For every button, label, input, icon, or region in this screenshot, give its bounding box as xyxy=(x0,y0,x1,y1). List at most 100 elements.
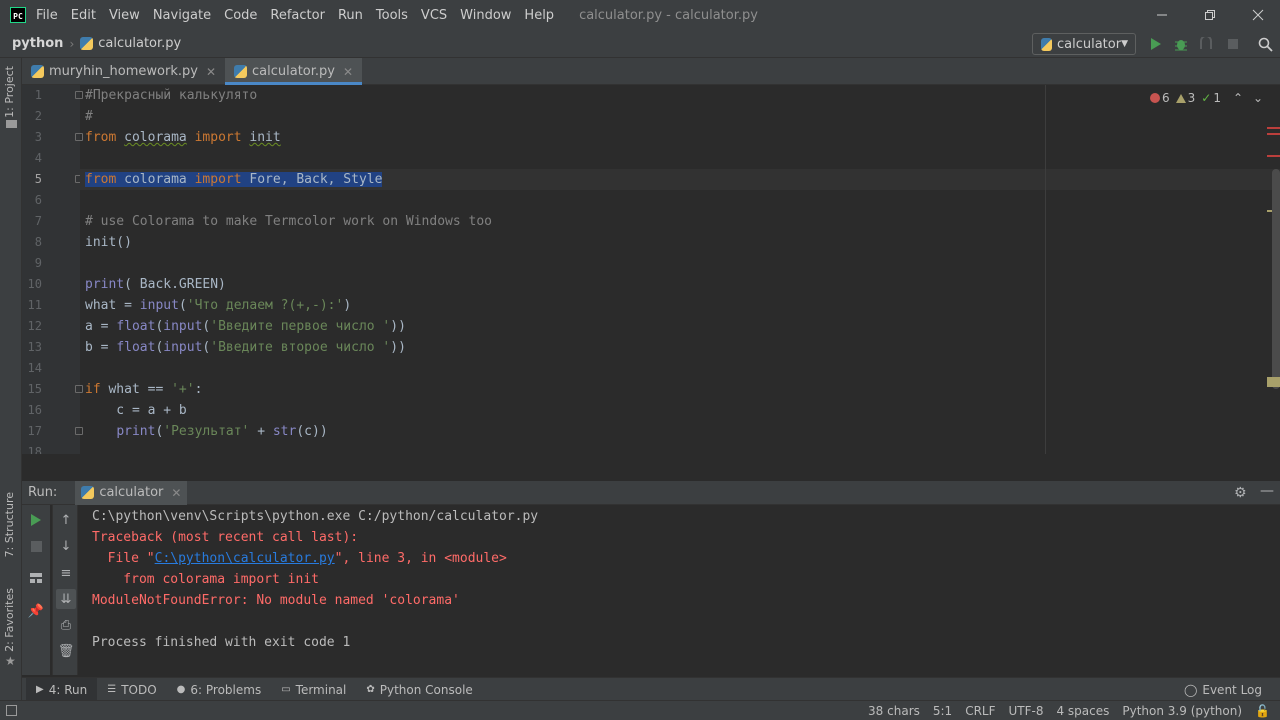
restore-icon[interactable] xyxy=(1186,0,1234,30)
folder-icon xyxy=(6,120,17,128)
line-number: 13 xyxy=(27,340,42,354)
trash-icon[interactable]: 🗑 xyxy=(57,642,75,660)
code-line-13: b = float(input('Введите второе число ')… xyxy=(85,340,406,355)
error-stripe-mark[interactable] xyxy=(1267,155,1280,157)
breadcrumb-file[interactable]: calculator.py xyxy=(80,36,181,51)
layout-icon[interactable] xyxy=(27,569,45,587)
weak-warning-count[interactable]: ✓ 1 xyxy=(1201,91,1221,105)
breadcrumb-project[interactable]: python xyxy=(12,36,63,51)
error-stripe-mark[interactable] xyxy=(1267,133,1280,135)
minimize-icon[interactable] xyxy=(1138,0,1186,30)
tab-calculator[interactable]: calculator.py ✕ xyxy=(225,58,363,85)
line-number: 12 xyxy=(27,319,42,333)
scroll-to-end-icon[interactable]: ⇊ xyxy=(56,589,76,609)
menu-window[interactable]: Window xyxy=(460,8,511,23)
lock-icon[interactable]: 🔓 xyxy=(1255,704,1270,718)
tool-tab-run[interactable]: ▶ 4: Run xyxy=(26,677,98,702)
menu-tools[interactable]: Tools xyxy=(376,8,408,23)
menu-view[interactable]: View xyxy=(109,8,140,23)
tab-label: muryhin_homework.py xyxy=(49,64,198,79)
menu-code[interactable]: Code xyxy=(224,8,257,23)
structure-tool-button[interactable]: 7: Structure xyxy=(3,492,16,557)
rerun-icon[interactable] xyxy=(27,511,45,529)
arrow-up-icon[interactable]: ↑ xyxy=(57,511,75,529)
warning-count[interactable]: 3 xyxy=(1175,91,1195,105)
python-file-icon xyxy=(80,37,94,50)
code-editor[interactable]: 1 2 3 4 5 6 7 8 9 10 11 12 13 14 15 16 1… xyxy=(22,85,1280,454)
gear-icon[interactable]: ⚙ xyxy=(1234,485,1247,501)
close-tab-icon[interactable]: ✕ xyxy=(171,486,181,500)
tool-tab-terminal[interactable]: ▭ Terminal xyxy=(271,678,356,702)
menu-vcs[interactable]: VCS xyxy=(421,8,447,23)
project-tool-button[interactable]: 1: Project xyxy=(3,66,16,118)
search-icon[interactable] xyxy=(1255,34,1275,54)
inspection-widget[interactable]: 6 3 ✓ 1 ⌃ ⌄ xyxy=(1150,91,1263,105)
code-line-12: a = float(input('Введите первое число ')… xyxy=(85,319,406,334)
tool-tab-label: TODO xyxy=(121,682,157,697)
print-icon[interactable]: ⎙ xyxy=(57,616,75,634)
favorites-tool-button[interactable]: 2: Favorites xyxy=(3,588,16,652)
tool-tab-problems[interactable]: ● 6: Problems xyxy=(167,678,272,702)
token-builtin: print xyxy=(116,424,156,439)
line-number: 6 xyxy=(34,193,42,207)
run-panel-header: Run: calculator ✕ ⚙ — xyxy=(22,480,1280,505)
stop-icon[interactable] xyxy=(27,537,45,555)
warning-stripe-mark[interactable] xyxy=(1267,377,1280,387)
console-command: C:\python\venv\Scripts\python.exe C:/pyt… xyxy=(92,509,539,524)
error-icon xyxy=(1150,93,1160,103)
token-keyword: if xyxy=(85,382,101,397)
fold-marker-icon[interactable] xyxy=(75,91,83,99)
stop-icon[interactable] xyxy=(1223,34,1243,54)
tab-label: calculator.py xyxy=(252,64,335,79)
tool-windows-toggle-icon[interactable] xyxy=(6,705,17,716)
fold-marker-icon[interactable] xyxy=(75,427,83,435)
menu-run[interactable]: Run xyxy=(338,8,363,23)
menu-file[interactable]: File xyxy=(36,8,58,23)
status-caret-position[interactable]: 5:1 xyxy=(933,704,952,718)
run-configuration-select[interactable]: calculator ▼ xyxy=(1032,33,1136,55)
line-number: 8 xyxy=(34,235,42,249)
close-icon[interactable] xyxy=(1234,0,1280,30)
error-stripe-mark[interactable] xyxy=(1267,127,1280,129)
tab-muryhin-homework[interactable]: muryhin_homework.py ✕ xyxy=(22,58,225,85)
run-toolbar: 📌 xyxy=(22,505,50,675)
run-button[interactable] xyxy=(1146,34,1166,54)
menu-edit[interactable]: Edit xyxy=(71,8,96,23)
close-tab-icon[interactable]: ✕ xyxy=(343,65,353,79)
fold-marker-icon[interactable] xyxy=(75,133,83,141)
event-log-label: Event Log xyxy=(1202,682,1262,697)
menu-help[interactable]: Help xyxy=(524,8,554,23)
console-file-link[interactable]: C:\python\calculator.py xyxy=(155,551,335,566)
warning-icon xyxy=(1175,93,1186,103)
tool-tab-todo[interactable]: ☰ TODO xyxy=(97,678,166,702)
soft-wrap-icon[interactable]: ≡ xyxy=(57,564,75,582)
chevron-up-icon[interactable]: ⌃ xyxy=(1233,91,1243,105)
navigation-bar: python › calculator.py calculator ▼ xyxy=(0,30,1280,58)
close-tab-icon[interactable]: ✕ xyxy=(206,65,216,79)
play-icon: ▶ xyxy=(36,684,44,695)
token-keyword: from xyxy=(85,172,117,187)
status-line-separator[interactable]: CRLF xyxy=(965,704,995,718)
editor-scrollbar[interactable] xyxy=(1272,169,1280,389)
arrow-down-icon[interactable]: ↓ xyxy=(57,537,75,555)
status-interpreter[interactable]: Python 3.9 (python) xyxy=(1122,704,1242,718)
tool-tab-python-console[interactable]: ✿ Python Console xyxy=(356,678,482,702)
menu-refactor[interactable]: Refactor xyxy=(270,8,325,23)
menu-navigate[interactable]: Navigate xyxy=(153,8,211,23)
run-with-coverage-icon[interactable] xyxy=(1196,34,1216,54)
hide-panel-icon[interactable]: — xyxy=(1260,483,1274,499)
tool-tab-label: Terminal xyxy=(295,682,347,697)
token-string: 'Результат' xyxy=(163,424,250,439)
status-encoding[interactable]: UTF-8 xyxy=(1009,704,1044,718)
breadcrumb: python › calculator.py xyxy=(0,36,181,51)
run-tab-calculator[interactable]: calculator ✕ xyxy=(75,480,188,505)
run-console[interactable]: C:\python\venv\Scripts\python.exe C:/pyt… xyxy=(79,505,1280,675)
chevron-down-icon[interactable]: ⌄ xyxy=(1253,91,1263,105)
status-indent[interactable]: 4 spaces xyxy=(1056,704,1109,718)
token-builtin: input xyxy=(139,298,179,313)
debug-icon[interactable] xyxy=(1171,34,1191,54)
fold-marker-icon[interactable] xyxy=(75,385,83,393)
event-log-button[interactable]: ◯ Event Log xyxy=(1184,683,1262,697)
error-count[interactable]: 6 xyxy=(1150,91,1170,105)
pin-icon[interactable]: 📌 xyxy=(27,602,45,620)
